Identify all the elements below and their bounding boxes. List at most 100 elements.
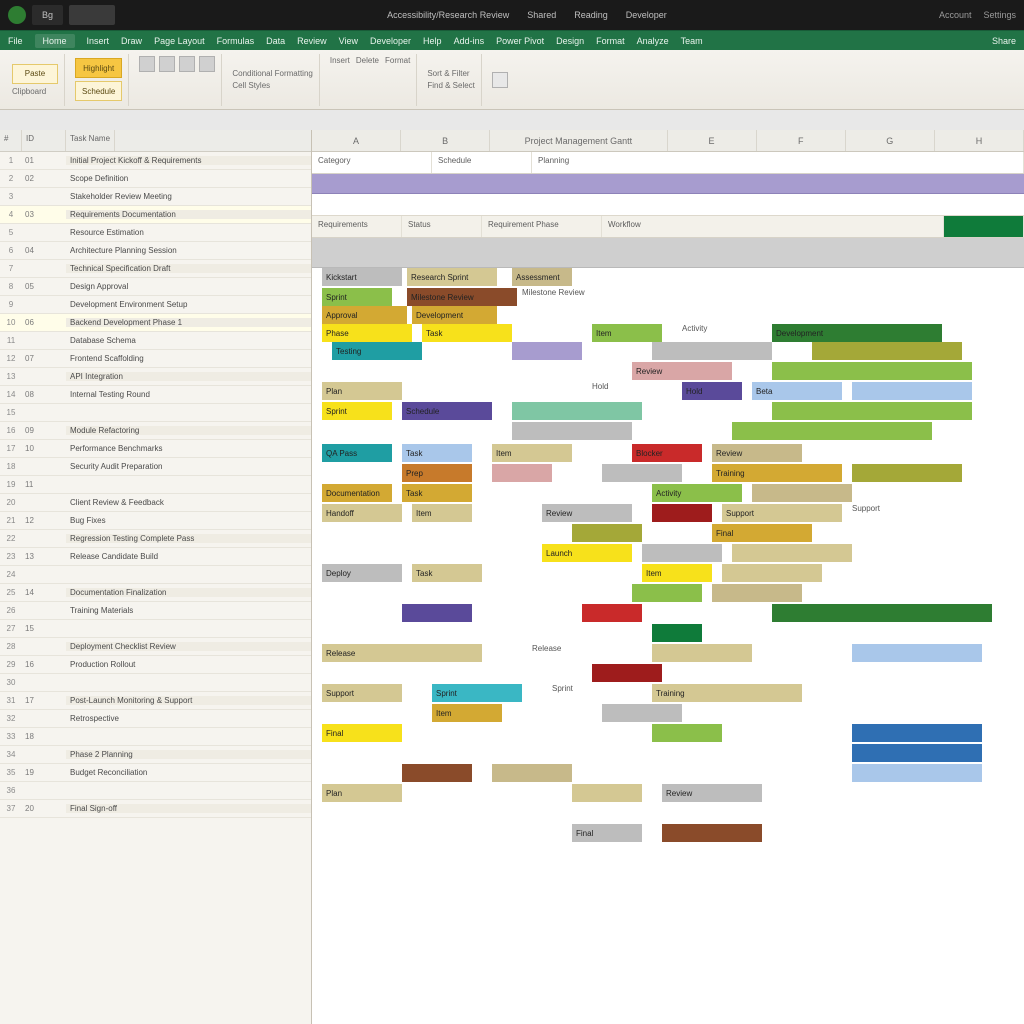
gantt-bar[interactable] — [772, 604, 992, 622]
menu-pivot[interactable]: Power Pivot — [496, 36, 544, 46]
menu-data[interactable]: Data — [266, 36, 285, 46]
gantt-bar[interactable] — [712, 584, 802, 602]
task-row[interactable]: 3Stakeholder Review Meeting — [0, 188, 311, 206]
task-row[interactable]: 1609Module Refactoring — [0, 422, 311, 440]
gantt-bar[interactable] — [592, 664, 662, 682]
gantt-bar[interactable]: Sprint — [432, 684, 522, 702]
gantt-bar[interactable] — [772, 402, 972, 420]
task-row[interactable]: 1207Frontend Scaffolding — [0, 350, 311, 368]
gantt-bar[interactable] — [652, 624, 702, 642]
gantt-bar[interactable]: Item — [412, 504, 472, 522]
gantt-bar[interactable]: QA Pass — [322, 444, 392, 462]
gantt-bar[interactable] — [652, 504, 712, 522]
gantt-bar[interactable]: Training — [712, 464, 842, 482]
gantt-bar[interactable]: Plan — [322, 382, 402, 400]
gantt-bar[interactable]: Handoff — [322, 504, 402, 522]
menu-format[interactable]: Format — [596, 36, 625, 46]
gantt-bar[interactable]: Hold — [682, 382, 742, 400]
gantt-bar[interactable]: Assessment — [512, 268, 572, 286]
gantt-bar[interactable]: Support — [322, 684, 402, 702]
task-row[interactable]: 7Technical Specification Draft — [0, 260, 311, 278]
task-row[interactable]: 36 — [0, 782, 311, 800]
menu-dev[interactable]: Developer — [370, 36, 411, 46]
task-row[interactable]: 28Deployment Checklist Review — [0, 638, 311, 656]
gantt-bar[interactable] — [772, 362, 972, 380]
gantt-bar[interactable] — [852, 382, 972, 400]
gantt-bar[interactable]: Item — [642, 564, 712, 582]
gantt-bar[interactable]: Kickstart — [322, 268, 402, 286]
gantt-bar[interactable] — [652, 342, 772, 360]
gantt-bar[interactable] — [492, 464, 552, 482]
gantt-bar[interactable] — [852, 744, 982, 762]
gantt-bar[interactable]: Task — [412, 564, 482, 582]
format-button[interactable]: Format — [385, 56, 410, 104]
schedule-button[interactable]: Schedule — [75, 81, 122, 101]
task-row[interactable]: 3720Final Sign-off — [0, 800, 311, 818]
task-row[interactable]: 15 — [0, 404, 311, 422]
gantt-bar[interactable]: Item — [592, 324, 662, 342]
paste-button[interactable]: Paste — [12, 64, 58, 84]
gantt-bar[interactable]: Training — [652, 684, 802, 702]
find-button[interactable]: Find & Select — [427, 81, 475, 90]
col-header-task[interactable]: Task Name — [66, 130, 115, 151]
col-h[interactable]: H — [935, 130, 1024, 151]
task-row[interactable]: 2514Documentation Finalization — [0, 584, 311, 602]
task-row[interactable]: 604Architecture Planning Session — [0, 242, 311, 260]
menu-analyze[interactable]: Analyze — [637, 36, 669, 46]
menu-file[interactable]: File — [8, 36, 23, 46]
fill-icon[interactable] — [199, 56, 215, 72]
task-row[interactable]: 5Resource Estimation — [0, 224, 311, 242]
underline-icon[interactable] — [179, 56, 195, 72]
menu-addins[interactable]: Add-ins — [454, 36, 485, 46]
task-row[interactable]: 20Client Review & Feedback — [0, 494, 311, 512]
gantt-bar[interactable] — [402, 604, 472, 622]
title-item[interactable]: Developer — [626, 10, 667, 20]
task-row[interactable]: 2916Production Rollout — [0, 656, 311, 674]
gantt-bar[interactable]: Phase — [322, 324, 412, 342]
task-row[interactable]: 3318 — [0, 728, 311, 746]
menu-insert[interactable]: Insert — [87, 36, 110, 46]
gantt-bar[interactable] — [852, 644, 982, 662]
gantt-bar[interactable]: Release — [322, 644, 482, 662]
gantt-bar[interactable]: Activity — [652, 484, 742, 502]
account-link[interactable]: Account — [939, 10, 972, 20]
gantt-bar[interactable] — [852, 464, 962, 482]
gantt-timeline[interactable]: KickstartResearch SprintAssessmentSprint… — [312, 268, 1024, 1024]
menu-share[interactable]: Share — [992, 36, 1016, 46]
menu-help[interactable]: Help — [423, 36, 442, 46]
bold-icon[interactable] — [139, 56, 155, 72]
gantt-bar[interactable]: Review — [662, 784, 762, 802]
gantt-bar[interactable]: Support — [722, 504, 842, 522]
gantt-bar[interactable] — [512, 422, 632, 440]
menu-home[interactable]: Home — [35, 34, 75, 48]
gantt-bar[interactable] — [642, 544, 722, 562]
menu-design[interactable]: Design — [556, 36, 584, 46]
task-row[interactable]: 22Regression Testing Complete Pass — [0, 530, 311, 548]
col-b[interactable]: B — [401, 130, 490, 151]
gantt-bar[interactable] — [572, 524, 642, 542]
gantt-bar[interactable]: Final — [712, 524, 812, 542]
gantt-bar[interactable]: Approval — [322, 306, 407, 324]
menu-formulas[interactable]: Formulas — [217, 36, 255, 46]
gantt-bar[interactable]: Review — [712, 444, 802, 462]
gantt-bar[interactable]: Deploy — [322, 564, 402, 582]
task-row[interactable]: 403Requirements Documentation — [0, 206, 311, 224]
gantt-bar[interactable] — [852, 764, 982, 782]
task-row[interactable]: 2715 — [0, 620, 311, 638]
task-row[interactable]: 805Design Approval — [0, 278, 311, 296]
task-row[interactable]: 2112Bug Fixes — [0, 512, 311, 530]
task-row[interactable]: 24 — [0, 566, 311, 584]
gantt-bar[interactable] — [652, 644, 752, 662]
gantt-bar[interactable]: Milestone Review — [407, 288, 517, 306]
window-tab-2[interactable] — [69, 5, 115, 25]
highlight-button[interactable]: Highlight — [75, 58, 122, 78]
gantt-bar[interactable]: Review — [632, 362, 732, 380]
col-e[interactable]: E — [668, 130, 757, 151]
gantt-bar[interactable]: Prep — [402, 464, 472, 482]
task-row[interactable]: 1006Backend Development Phase 1 — [0, 314, 311, 332]
task-list[interactable]: 101Initial Project Kickoff & Requirement… — [0, 152, 311, 1024]
task-row[interactable]: 2313Release Candidate Build — [0, 548, 311, 566]
gantt-bar[interactable]: Task — [402, 484, 472, 502]
gantt-bar[interactable] — [512, 342, 582, 360]
gantt-bar[interactable]: Testing — [332, 342, 422, 360]
